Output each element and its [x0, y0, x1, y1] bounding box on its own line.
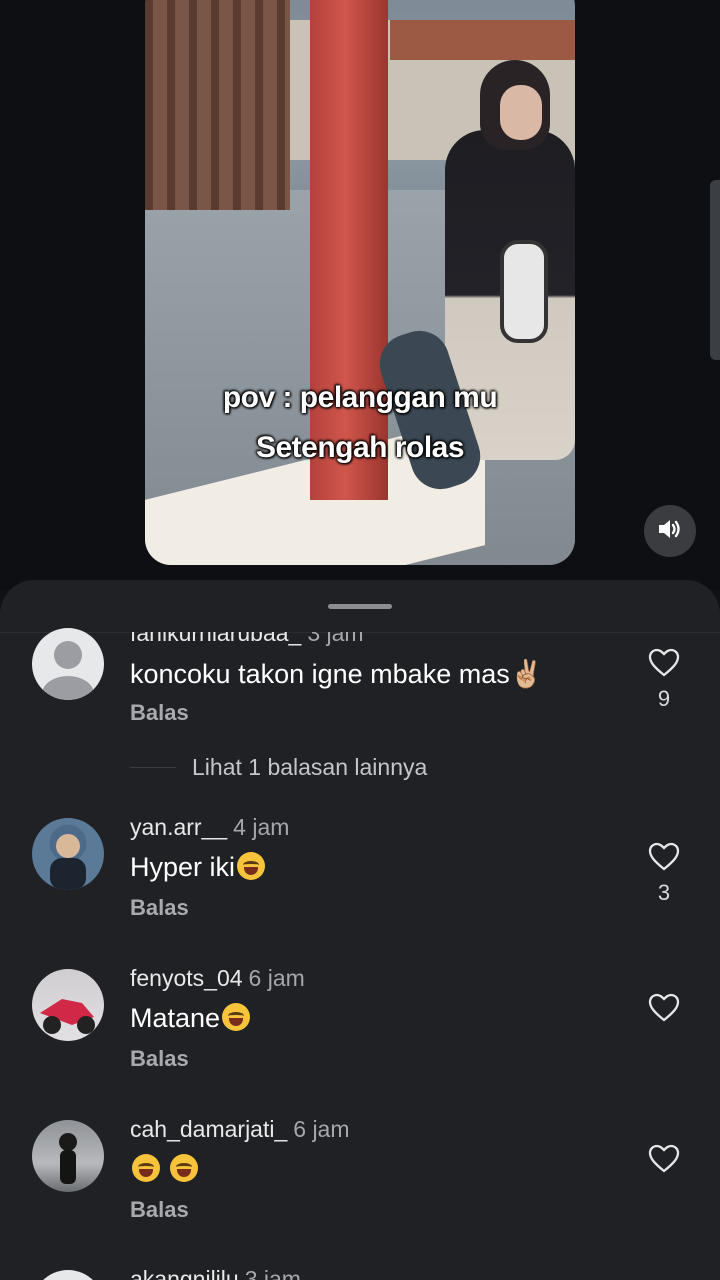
video-scene-gate: [145, 0, 290, 210]
comment-username[interactable]: fenyots_04: [130, 965, 243, 991]
laughing-emoji-icon: [237, 852, 266, 880]
comment-username-row[interactable]: fenyots_04 6 jam: [130, 965, 305, 992]
comment-username-row[interactable]: cah_damarjati_ 6 jam: [130, 1116, 350, 1143]
like-count: 9: [657, 686, 671, 711]
comment-time: 4 jam: [233, 814, 290, 840]
comments-sheet: fanikurniarubaa_ 3 jam koncoku takon igne…: [0, 580, 720, 1280]
comment-text: Matane: [130, 1003, 251, 1034]
like-button[interactable]: [646, 993, 682, 1023]
reply-button[interactable]: Balas: [130, 1197, 189, 1223]
reply-button[interactable]: Balas: [130, 895, 189, 921]
laughing-emoji-icon: [222, 1003, 251, 1031]
comment-text: Hyper iki: [130, 852, 266, 883]
comment-username[interactable]: fanikurniarubaa_: [130, 632, 301, 646]
heart-icon: [648, 842, 680, 871]
avatar[interactable]: [32, 969, 104, 1041]
video-scene-roof: [390, 20, 575, 60]
comment-username-row[interactable]: yan.arr__ 4 jam: [130, 814, 289, 841]
comment-time: 6 jam: [293, 1116, 350, 1142]
comment-text: koncoku takon igne mbake mas✌🏼: [130, 659, 544, 689]
video-player[interactable]: pov : pelanggan mu Setengah rolas: [145, 0, 575, 565]
avatar[interactable]: [32, 1120, 104, 1192]
video-scene-face: [500, 85, 542, 140]
avatar[interactable]: [32, 628, 104, 700]
reply-button[interactable]: Balas: [130, 1046, 189, 1072]
sheet-drag-handle[interactable]: [328, 604, 392, 609]
view-more-replies-link[interactable]: Lihat 1 balasan lainnya: [192, 754, 427, 781]
comment-time: 6 jam: [248, 965, 305, 991]
comment-username[interactable]: akangnililu: [130, 1266, 239, 1280]
video-caption-line1: pov : pelanggan mu: [222, 381, 498, 414]
video-caption-line2: Setengah rolas: [255, 431, 465, 464]
more-replies-line: [130, 767, 176, 768]
comment-text: [130, 1154, 198, 1185]
reply-button[interactable]: Balas: [130, 700, 189, 726]
comment-username[interactable]: yan.arr__: [130, 814, 227, 840]
comment-time: 3 jam: [307, 620, 364, 646]
side-panel-handle[interactable]: [710, 180, 720, 360]
heart-icon: [648, 993, 680, 1022]
volume-icon: [657, 518, 683, 545]
avatar[interactable]: [32, 818, 104, 890]
comment-username-row[interactable]: fanikurniarubaa_ 3 jam: [130, 620, 364, 647]
comment-username-row[interactable]: akangnililu 3 jam: [130, 1266, 301, 1280]
heart-icon: [648, 1144, 680, 1173]
heart-icon: [648, 648, 680, 677]
video-area: pov : pelanggan mu Setengah rolas: [0, 0, 720, 590]
laughing-emoji-icon: [132, 1154, 160, 1182]
avatar[interactable]: [32, 1270, 104, 1280]
volume-button[interactable]: [644, 505, 696, 557]
like-count: 3: [657, 880, 671, 905]
like-button[interactable]: [646, 1144, 682, 1174]
like-button[interactable]: 3: [646, 842, 682, 906]
video-scene-mirror: [500, 240, 548, 343]
laughing-emoji-icon: [169, 1154, 198, 1182]
comment-time: 3 jam: [244, 1266, 301, 1280]
like-button[interactable]: 9: [646, 648, 682, 712]
comment-username[interactable]: cah_damarjati_: [130, 1116, 287, 1142]
